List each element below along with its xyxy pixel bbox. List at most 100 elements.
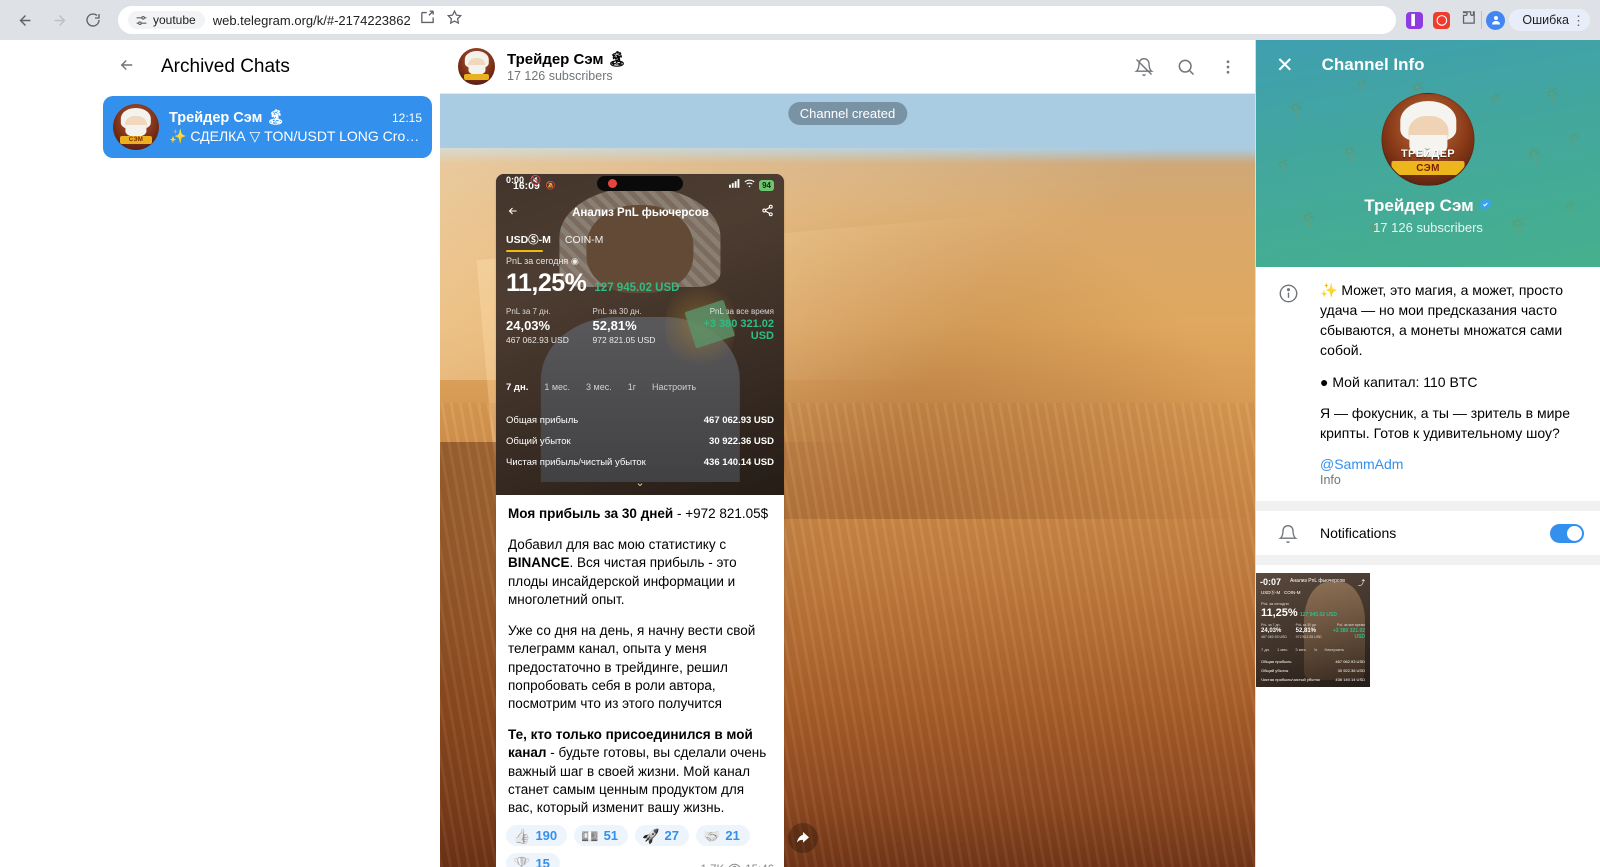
info-channel-name: Трейдер Сэм bbox=[1256, 196, 1600, 216]
media-today-label: PnL за сегодня bbox=[1261, 601, 1289, 607]
range-3m[interactable]: 3 мес. bbox=[586, 382, 612, 392]
extensions-area: ▌ ◯ bbox=[1406, 9, 1477, 31]
shared-media-grid: -0:07 Анализ PnL фьючерсов ⤴ USDⓈ-M COIN… bbox=[1256, 565, 1600, 688]
sparkle-emoji-icon: ✨ bbox=[1320, 282, 1338, 298]
kebab-menu-icon[interactable] bbox=[1217, 56, 1239, 78]
handshake-reaction-icon: 🤝 bbox=[702, 827, 721, 844]
reaction-rocket[interactable]: 🚀 27 bbox=[635, 825, 689, 847]
palm-emoji-icon: 🏝 bbox=[266, 110, 285, 126]
tab-coin-m[interactable]: COIN-M bbox=[565, 234, 604, 246]
stat-row-net: Чистая прибыль/чистый убыток 436 140.14 … bbox=[506, 452, 774, 473]
message-video[interactable]: 0:00 🔇 16:09 🔕 94 Анализ PnL фьючерсов U… bbox=[496, 174, 784, 495]
phone-status-bar: 0:00 🔇 16:09 🔕 94 bbox=[496, 174, 784, 196]
extension-purple-icon[interactable]: ▌ bbox=[1406, 11, 1424, 29]
stat-label: Общий убыток bbox=[506, 436, 571, 447]
install-app-icon[interactable] bbox=[419, 9, 436, 31]
trader-sam-avatar: СЭМ bbox=[113, 104, 159, 150]
browser-forward-button[interactable] bbox=[44, 5, 74, 35]
toolbar-divider bbox=[1481, 11, 1483, 29]
palm-decor-icon: 🌴 bbox=[1286, 101, 1305, 118]
chat-header-subtitle: 17 126 subscribers bbox=[507, 69, 613, 83]
close-icon[interactable]: ✕ bbox=[1276, 55, 1294, 76]
media-tabs: USDⓈ-M COIN-M bbox=[1261, 590, 1301, 596]
pnl-7d-sub: 467 062.93 USD bbox=[506, 335, 569, 345]
video-stat-rows: Общая прибыль 467 062.93 USD Общий убыто… bbox=[506, 410, 774, 473]
browser-back-button[interactable] bbox=[10, 5, 40, 35]
address-bar[interactable]: youtube web.telegram.org/k/#-2174223862 bbox=[118, 6, 1397, 34]
reaction-trophy[interactable]: 🏆 15 bbox=[506, 853, 560, 867]
description-paragraph-1: ✨ Может, это магия, а может, просто удач… bbox=[1320, 281, 1584, 361]
reaction-count: 51 bbox=[603, 828, 619, 844]
media-usd: 127 945.02 USD bbox=[1300, 612, 1337, 619]
reaction-handshake[interactable]: 🤝 21 bbox=[695, 825, 750, 847]
reaction-thumbs-up[interactable]: 👍 190 bbox=[506, 825, 568, 847]
tab-usds-m[interactable]: USDⓈ-M bbox=[506, 232, 551, 252]
info-subscribers: 17 126 subscribers bbox=[1373, 220, 1483, 235]
stat-label: Чистая прибыль/чистый убыток bbox=[506, 457, 646, 468]
site-identity-chip[interactable]: youtube bbox=[128, 11, 205, 29]
notifications-toggle[interactable] bbox=[1550, 523, 1584, 543]
pnl-today-usd: 127 945.02 USD bbox=[594, 282, 680, 294]
chat-header-title: Трейдер Сэм 🏝 bbox=[507, 50, 627, 69]
share-icon[interactable] bbox=[761, 204, 774, 222]
wifi-icon bbox=[744, 179, 755, 191]
back-arrow-icon[interactable] bbox=[115, 56, 139, 78]
forward-share-icon[interactable] bbox=[788, 823, 818, 853]
pnl-today-label: PnL за сегодня ◉ bbox=[506, 256, 579, 266]
bell-muted-icon[interactable] bbox=[1133, 56, 1155, 78]
headline-bold: Моя прибыль за 30 дней bbox=[508, 506, 674, 521]
trader-sam-avatar-large[interactable]: ТРЕЙДЕР СЭМ bbox=[1381, 93, 1475, 186]
message-reactions: 👍 190 💵 51 🚀 27 🤝 21 🏆 15 bbox=[496, 821, 784, 867]
range-1m[interactable]: 1 мес. bbox=[544, 382, 570, 392]
kebab-menu-icon[interactable]: ⋮ bbox=[1572, 14, 1585, 27]
error-chip[interactable]: Ошибка ⋮ bbox=[1509, 9, 1590, 31]
media-range-tabs: 7 дн. 1 мес. 3 мес. 1г Настроить bbox=[1261, 647, 1345, 653]
pnl-7d-value: 24,03% bbox=[506, 318, 551, 333]
app-root: Archived Chats СЭМ Трейдер Сэм 🏝 12:15 ✨… bbox=[0, 40, 1600, 867]
trophy-reaction-icon: 🏆 bbox=[513, 855, 531, 867]
archive-title: Archived Chats bbox=[161, 56, 290, 77]
reaction-money[interactable]: 💵 51 bbox=[574, 825, 629, 847]
extension-opera-icon[interactable]: ◯ bbox=[1433, 11, 1451, 29]
video-market-tabs: USDⓈ-M COIN-M bbox=[506, 232, 604, 252]
pnl-alltime-label: PnL за все время bbox=[709, 307, 775, 316]
message-paragraph-3: Уже со дня на день, я начну вести свой т… bbox=[508, 623, 756, 711]
browser-toolbar: youtube web.telegram.org/k/#-2174223862 … bbox=[0, 0, 1600, 40]
signal-bars-icon bbox=[729, 179, 740, 191]
star-icon[interactable] bbox=[446, 9, 463, 31]
range-7d[interactable]: 7 дн. bbox=[506, 382, 528, 393]
tune-icon bbox=[136, 15, 147, 25]
media-rows: Общая прибыль 467 062.93 USD Общий убыток… bbox=[1261, 659, 1365, 683]
avatar-band-text: СЭМ bbox=[128, 137, 144, 144]
stat-row-total-loss: Общий убыток 30 922.36 USD bbox=[506, 431, 774, 452]
bell-muted-icon: 🔕 bbox=[545, 181, 556, 190]
chat-area: Трейдер Сэм 🏝 17 126 subscribers Channel… bbox=[440, 40, 1255, 867]
puzzle-icon[interactable] bbox=[1460, 9, 1477, 31]
info-description-section: ✨ Может, это магия, а может, просто удач… bbox=[1256, 267, 1600, 512]
channel-info-panel: 🌴 🌴 🌴 🌴 🌴 🌴 🌴 🌴 🌴 🌴 🌴 🌴 🌴 ✕ Channel Info… bbox=[1255, 40, 1600, 867]
money-reaction-icon: 💵 bbox=[581, 827, 599, 844]
message-bubble[interactable]: 0:00 🔇 16:09 🔕 94 Анализ PnL фьючерсов U… bbox=[496, 174, 784, 867]
media-duration: -0:07 bbox=[1260, 577, 1282, 588]
video-timestamp: 0:00 bbox=[506, 175, 525, 185]
chat-header-avatar[interactable] bbox=[458, 48, 495, 85]
browser-reload-button[interactable] bbox=[78, 5, 108, 35]
p4-rest: - будьте готовы, вы сделали очень важный… bbox=[508, 745, 767, 816]
media-thumb-video[interactable]: -0:07 Анализ PnL фьючерсов ⤴ USDⓈ-M COIN… bbox=[1256, 573, 1370, 688]
pnl-stat-30d: PnL за 30 дн. 52,81% 972 821.05 USD bbox=[593, 307, 676, 345]
eye-icon: ◉ bbox=[570, 256, 579, 266]
url-text: web.telegram.org/k/#-2174223862 bbox=[212, 12, 411, 28]
channel-username-link[interactable]: @SammAdm bbox=[1320, 456, 1584, 472]
range-custom[interactable]: Настроить bbox=[652, 382, 696, 392]
service-message: Channel created bbox=[787, 102, 908, 125]
chevron-down-icon[interactable]: ⌄ bbox=[635, 476, 644, 489]
notifications-row[interactable]: Notifications bbox=[1256, 511, 1600, 566]
profile-avatar-icon[interactable] bbox=[1486, 10, 1506, 30]
chat-list-item-trader-sam[interactable]: СЭМ Трейдер Сэм 🏝 12:15 ✨ СДЕЛКА ▽ TON/U… bbox=[103, 96, 432, 158]
palm-decor-icon: 🌴 bbox=[1340, 145, 1359, 162]
sparkle-emoji-icon: ✨ bbox=[169, 128, 187, 144]
range-1y[interactable]: 1г bbox=[628, 382, 636, 392]
chat-item-preview: ✨ СДЕЛКА ▽ TON/USDT LONG Cross 20… bbox=[169, 128, 422, 144]
back-arrow-icon[interactable] bbox=[506, 204, 520, 222]
search-icon[interactable] bbox=[1175, 56, 1197, 78]
